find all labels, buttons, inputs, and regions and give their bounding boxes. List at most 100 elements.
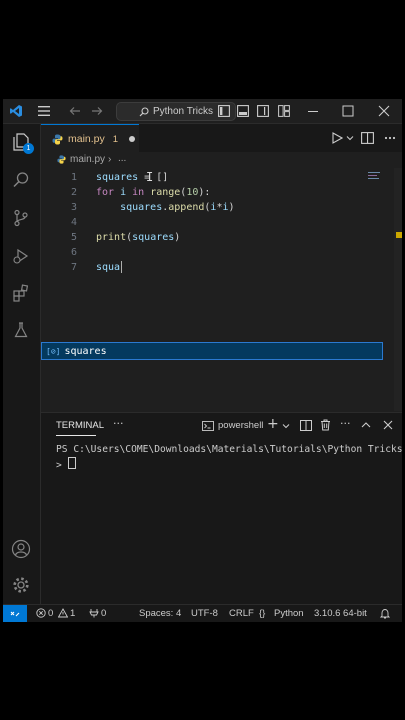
error-count[interactable]: 0	[48, 608, 53, 619]
code-token: append	[168, 202, 205, 213]
explorer-icon[interactable]: 1	[11, 132, 34, 154]
mouse-ibeam-cursor-icon: I	[146, 170, 154, 184]
encoding[interactable]: UTF-8	[191, 608, 218, 619]
code-line[interactable]: print(squares)	[96, 232, 180, 243]
tab-main-py[interactable]: main.py 1	[41, 124, 139, 153]
line-number: 3	[70, 202, 77, 213]
line-number: 5	[70, 232, 77, 243]
code-token: squa	[96, 262, 121, 273]
terminal-line-1: PS C:\Users\COME\Downloads\Materials\Tut…	[56, 444, 402, 455]
code-token: )	[228, 202, 235, 213]
editor-scrollbar[interactable]	[394, 168, 402, 411]
tab-problem-count: 1	[112, 133, 119, 145]
explorer-badge: 1	[23, 143, 34, 154]
code-token: )	[174, 232, 181, 243]
code-line[interactable]: squares = []	[96, 172, 168, 183]
close-panel-icon[interactable]	[383, 420, 393, 430]
line-number: 6	[70, 247, 77, 258]
warning-icon[interactable]	[58, 608, 68, 620]
code-token: in	[132, 187, 145, 198]
title-bar: Python Tricks	[3, 99, 402, 124]
new-terminal-chevron-icon[interactable]	[282, 422, 290, 430]
toggle-primary-sidebar-icon[interactable]	[216, 103, 232, 119]
maximize-icon[interactable]	[340, 103, 356, 119]
code-token: 10	[186, 187, 199, 198]
line-number: 4	[70, 217, 77, 228]
run-dropdown-chevron-icon[interactable]	[342, 130, 358, 146]
tab-filename: main.py	[68, 133, 105, 145]
kill-terminal-trash-icon[interactable]	[320, 419, 331, 431]
code-token: []	[156, 172, 169, 183]
run-debug-icon[interactable]	[11, 246, 31, 266]
code-token: range	[144, 187, 181, 198]
ports-icon[interactable]	[89, 608, 99, 620]
text-cursor	[121, 261, 122, 273]
language-braces-icon: {}	[259, 608, 266, 619]
variable-symbol-icon: [⊘]	[46, 346, 61, 356]
maximize-panel-chevron-icon[interactable]	[361, 420, 371, 430]
code-token: print	[96, 232, 127, 243]
panel-more-actions-icon[interactable]: ···	[340, 417, 351, 430]
breadcrumb-chevron-icon: ›	[108, 154, 112, 165]
suggestion-widget[interactable]: [⊘] squares	[41, 342, 383, 360]
python-file-icon	[57, 155, 66, 164]
code-token: squares	[96, 202, 163, 213]
split-editor-icon[interactable]	[359, 130, 375, 146]
tab-terminal[interactable]: TERMINAL	[56, 420, 104, 431]
minimize-icon[interactable]	[305, 103, 321, 119]
more-actions-icon[interactable]	[382, 130, 398, 146]
code-token: for	[96, 187, 115, 198]
code-token: i	[114, 187, 133, 198]
editor-tab-bar: main.py 1	[41, 124, 402, 153]
code-line[interactable]: for i in range(10):	[96, 187, 210, 198]
terminal-panel: TERMINAL ··· powershell + ··· PS C:\User…	[41, 412, 402, 605]
remote-indicator[interactable]	[3, 605, 27, 622]
end-of-line[interactable]: CRLF	[229, 608, 254, 619]
terminal-tab-underline	[56, 435, 96, 436]
close-icon[interactable]	[376, 103, 392, 119]
forward-arrow-icon[interactable]	[89, 103, 105, 119]
settings-gear-icon[interactable]	[11, 575, 31, 595]
warning-count[interactable]: 1	[70, 608, 75, 619]
vscode-logo-icon	[8, 103, 24, 119]
ports-count[interactable]: 0	[101, 608, 106, 619]
code-line[interactable]: squares.append(i*i)	[96, 202, 235, 213]
search-icon[interactable]	[11, 170, 31, 190]
notifications-bell-icon[interactable]	[380, 608, 390, 622]
python-interpreter[interactable]: 3.10.6 64-bit	[314, 608, 367, 619]
minimap[interactable]	[368, 172, 382, 180]
breadcrumb: main.py › ...	[41, 152, 402, 168]
new-terminal-plus-icon[interactable]: +	[267, 417, 279, 431]
line-number: 1	[70, 172, 77, 183]
source-control-icon[interactable]	[11, 208, 31, 228]
terminal-cursor	[67, 456, 76, 469]
toggle-panel-icon[interactable]	[235, 103, 251, 119]
python-file-icon	[52, 134, 63, 145]
back-arrow-icon[interactable]	[67, 103, 83, 119]
code-token: squares	[96, 172, 139, 183]
split-terminal-icon[interactable]	[300, 420, 312, 431]
panel-more-icon[interactable]: ···	[113, 417, 124, 430]
indentation[interactable]: Spaces: 4	[139, 608, 181, 619]
vscode-window: Python Tricks 1 main.py 1 main.py › ... …	[3, 99, 402, 622]
testing-flask-icon[interactable]	[11, 320, 31, 340]
status-bar: 0 1 0 Spaces: 4 UTF-8 CRLF {} Python 3.1…	[3, 604, 402, 622]
suggestion-text[interactable]: squares	[64, 346, 106, 357]
terminal-output[interactable]: PS C:\Users\COME\Downloads\Materials\Tut…	[56, 444, 402, 472]
breadcrumb-file[interactable]: main.py	[70, 154, 105, 165]
code-token: ):	[198, 187, 211, 198]
code-editor[interactable]: 1 squares = [] 2 for i in range(10): 3 squar…	[41, 168, 402, 411]
breadcrumb-more[interactable]: ...	[118, 153, 126, 164]
menu-icon[interactable]	[36, 103, 52, 119]
language-mode[interactable]: Python	[274, 608, 304, 619]
search-icon	[139, 106, 149, 117]
code-line[interactable]: squa	[96, 262, 120, 273]
customize-layout-icon[interactable]	[276, 103, 292, 119]
unsaved-dot-icon[interactable]	[129, 136, 136, 142]
extensions-icon[interactable]	[11, 283, 31, 303]
account-icon[interactable]	[11, 539, 31, 559]
command-center-label: Python Tricks	[152, 106, 214, 117]
shell-name[interactable]: powershell	[218, 420, 263, 431]
error-icon[interactable]	[36, 608, 46, 620]
toggle-secondary-sidebar-icon[interactable]	[255, 103, 271, 119]
